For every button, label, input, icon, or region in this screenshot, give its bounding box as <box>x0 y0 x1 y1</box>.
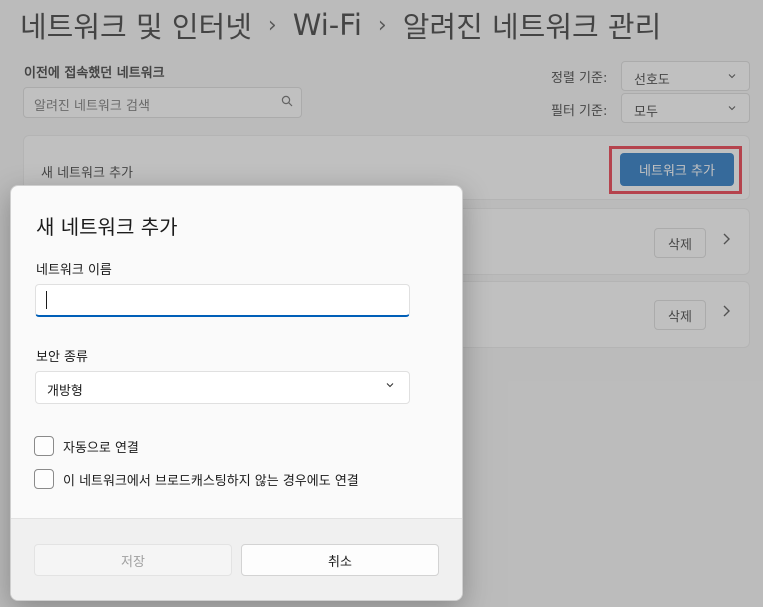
auto-connect-label: 자동으로 연결 <box>63 440 139 456</box>
auto-connect-checkbox[interactable] <box>34 436 54 456</box>
hidden-connect-row[interactable]: 이 네트워크에서 브로드캐스팅하지 않는 경우에도 연결 <box>34 469 359 489</box>
security-type-select[interactable]: 개방형 <box>35 371 410 404</box>
network-name-label: 네트워크 이름 <box>36 263 112 278</box>
add-network-dialog: 새 네트워크 추가 네트워크 이름 보안 종류 개방형 자동으로 연결 이 네트… <box>10 185 463 601</box>
security-type-value: 개방형 <box>47 384 83 399</box>
security-type-label: 보안 종류 <box>36 350 88 365</box>
hidden-connect-label: 이 네트워크에서 브로드캐스팅하지 않는 경우에도 연결 <box>63 473 359 489</box>
auto-connect-row[interactable]: 자동으로 연결 <box>34 436 139 456</box>
chevron-down-icon <box>385 380 395 393</box>
cancel-button[interactable]: 취소 <box>241 544 439 576</box>
hidden-connect-checkbox[interactable] <box>34 469 54 489</box>
network-name-field[interactable] <box>35 284 410 317</box>
dialog-footer: 저장 취소 <box>11 518 462 600</box>
dialog-title: 새 네트워크 추가 <box>36 215 178 239</box>
text-caret <box>46 291 47 309</box>
save-button[interactable]: 저장 <box>34 544 232 576</box>
